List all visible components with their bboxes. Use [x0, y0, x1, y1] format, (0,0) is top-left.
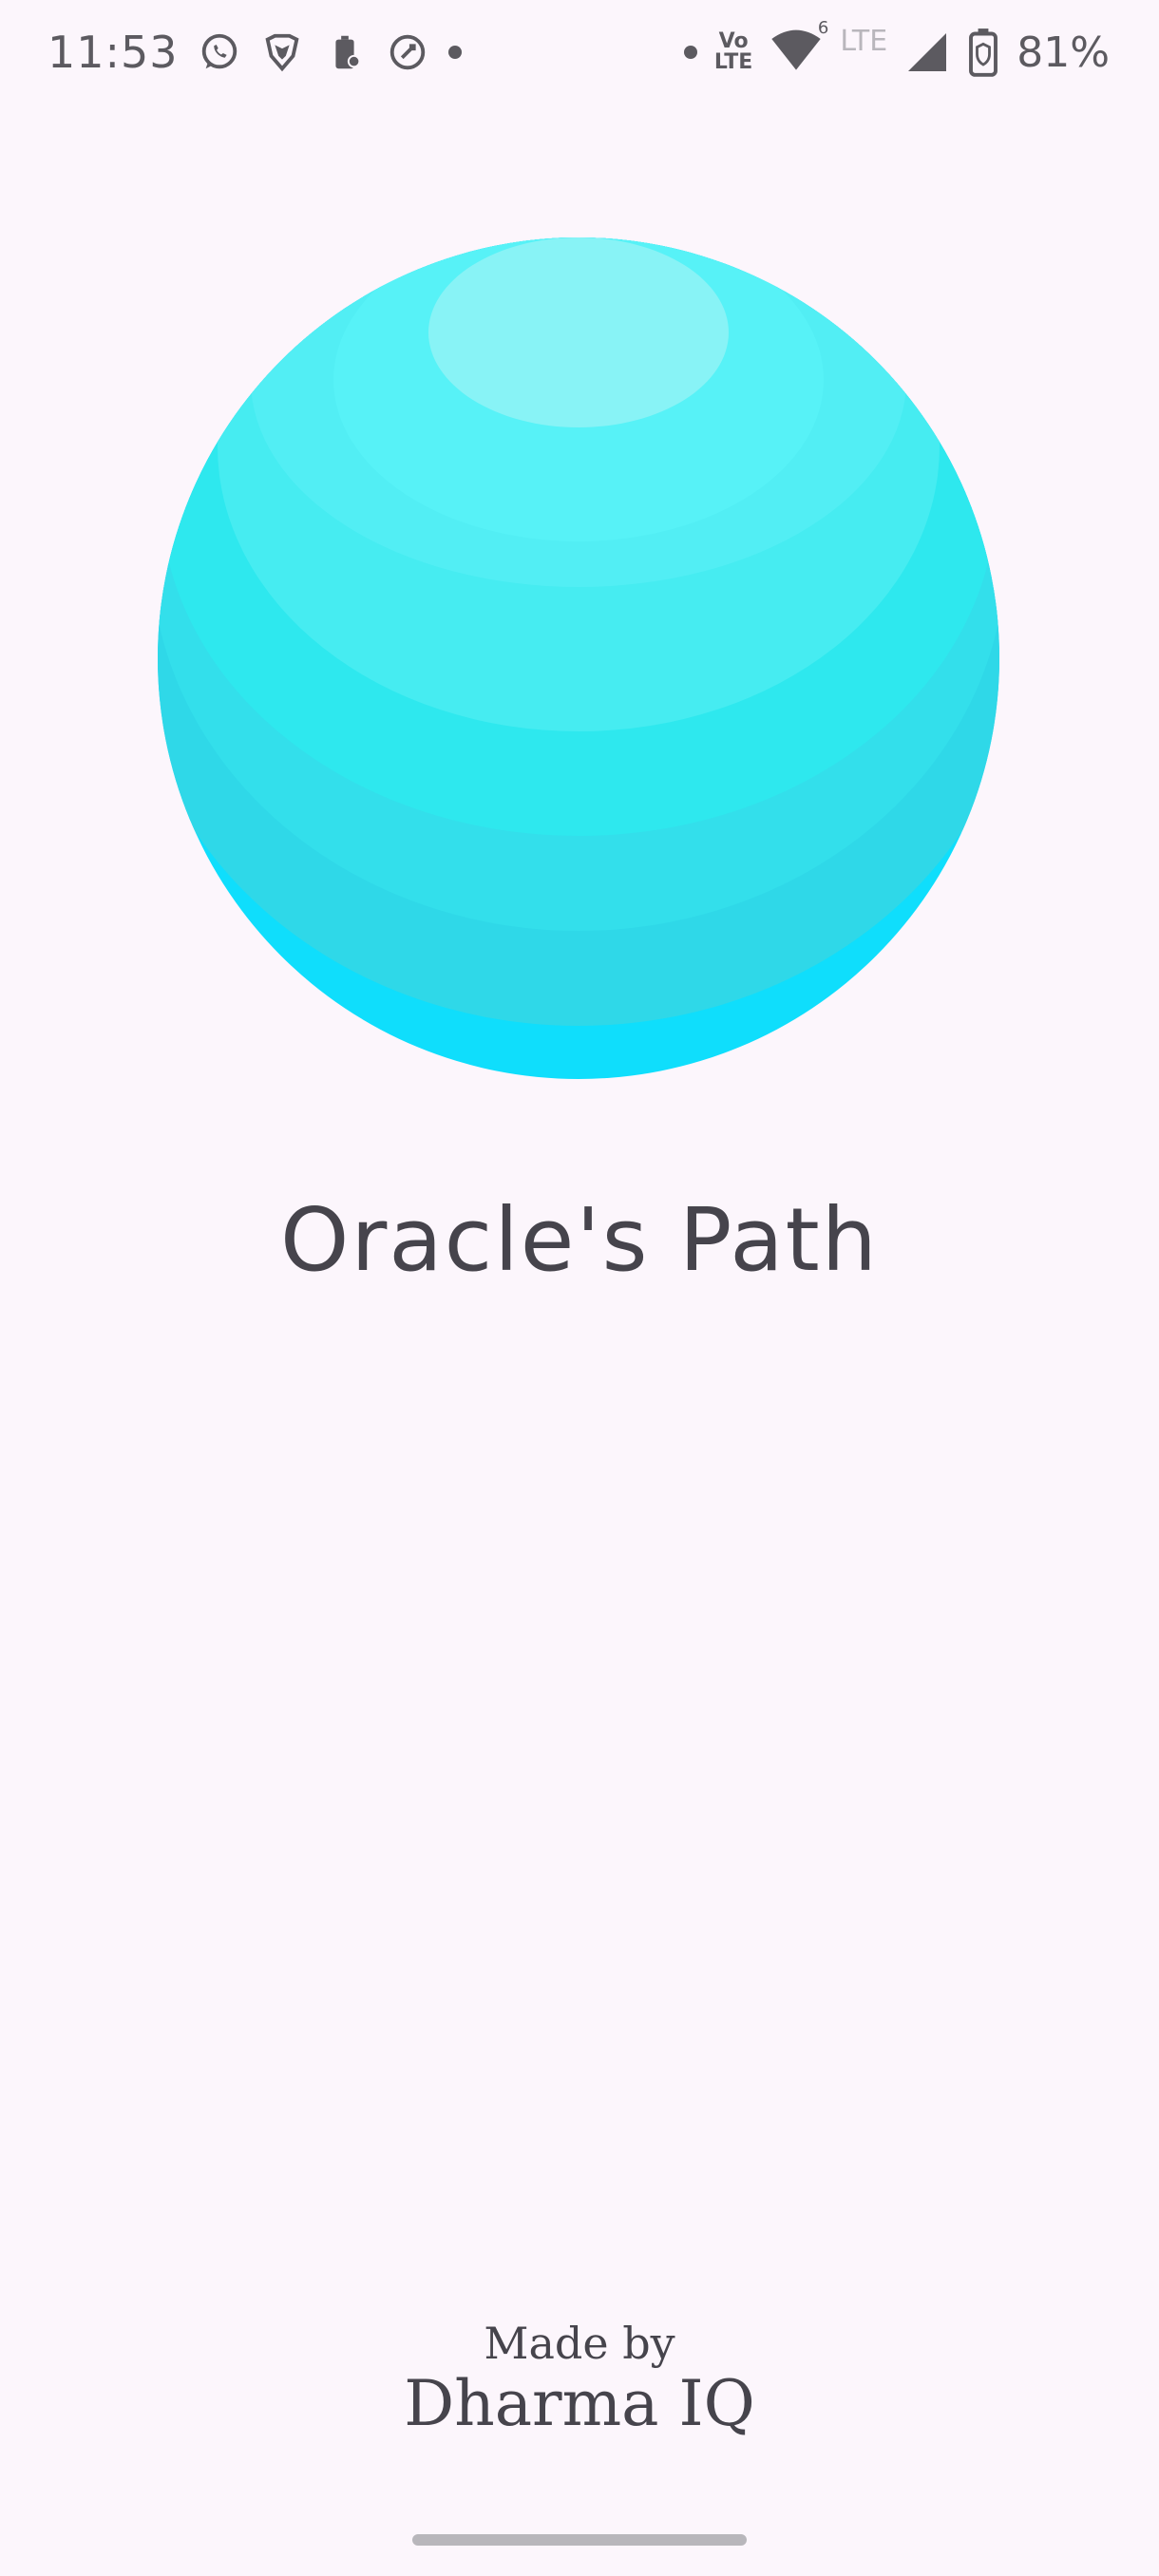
dot-icon [683, 46, 697, 59]
volte-line1: Vo [718, 29, 749, 53]
volte-line2: LTE [713, 50, 753, 74]
company-name: Dharma IQ [404, 2367, 755, 2440]
volte-icon: Vo LTE [714, 31, 752, 73]
battery-saver-icon [323, 30, 367, 74]
sync-app-icon [386, 30, 429, 74]
more-dot-icon [447, 46, 462, 59]
status-bar-left: 11:53 [48, 21, 462, 84]
app-title: Oracle's Path [280, 1189, 879, 1291]
status-bar-right: Vo LTE 6 LTE 81% [683, 18, 1110, 84]
battery-icon [967, 28, 999, 77]
signal-icon [904, 29, 950, 75]
network-type-label: LTE [840, 25, 888, 58]
home-gesture-bar[interactable] [412, 2534, 747, 2546]
oracle-orb-logo [158, 237, 999, 1079]
whatsapp-icon [198, 30, 241, 74]
wifi-icon: 6 [770, 18, 828, 79]
status-bar: 11:53 Vo LTE 6 LTE 81% [0, 0, 1159, 104]
status-time: 11:53 [48, 27, 179, 78]
wifi-badge: 6 [817, 18, 829, 38]
brave-icon [260, 30, 304, 74]
battery-percent: 81% [1016, 28, 1110, 77]
credit-prefix: Made by [484, 2318, 675, 2369]
